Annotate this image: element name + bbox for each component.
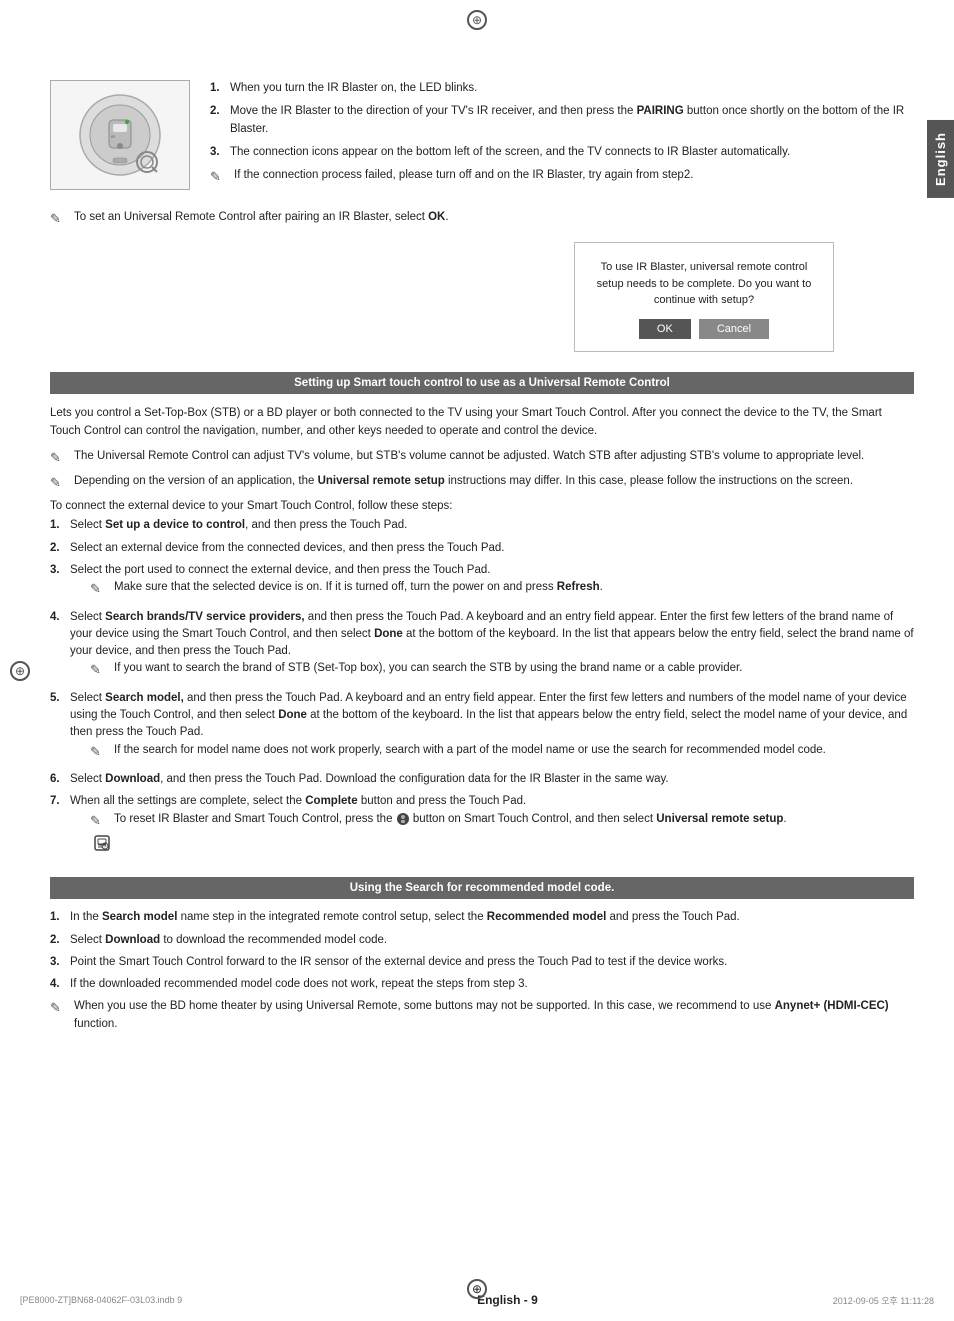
section2: Using the Search for recommended model c… — [50, 877, 914, 1033]
step4-note-icon: ✎ — [90, 660, 108, 680]
step-2: 2. Select an external device from the co… — [50, 540, 914, 557]
svg-text:IR: IR — [111, 134, 115, 139]
section1-intro: Lets you control a Set-Top-Box (STB) or … — [50, 404, 914, 441]
step5-note-icon: ✎ — [90, 742, 108, 762]
section2-steps-list: 1. In the Search model name step in the … — [50, 909, 914, 993]
footer-file-info: [PE8000-ZT]BN68-04062F-03L03.indb 9 — [20, 1295, 182, 1305]
sec2-step-2: 2. Select Download to download the recom… — [50, 932, 914, 949]
step7-subnote: ✎ To reset IR Blaster and Smart Touch Co… — [90, 811, 787, 831]
below-image-note: ✎ To set an Universal Remote Control aft… — [50, 209, 914, 229]
dialog-ok-button[interactable]: OK — [639, 319, 691, 339]
bottom-registration-mark: ⊕ — [467, 1279, 487, 1299]
footer-page-number: English - 9 — [182, 1293, 833, 1307]
step-7: 7. When all the settings are complete, s… — [50, 793, 914, 857]
step-3: 3. Select the port used to connect the e… — [50, 562, 914, 604]
dialog-cancel-button[interactable]: Cancel — [699, 319, 769, 339]
dialog-buttons: OK Cancel — [589, 319, 819, 339]
top-section: IR 1. When you turn the IR Blaster on, t… — [50, 80, 914, 193]
left-registration-mark: ⊕ — [10, 661, 30, 681]
instructions-right: 1. When you turn the IR Blaster on, the … — [210, 80, 914, 193]
side-tab-english: English — [927, 120, 954, 198]
footer-timestamp: 2012-09-05 오후 11:11:28 — [833, 1294, 934, 1307]
sec2-step-1: 1. In the Search model name step in the … — [50, 909, 914, 926]
dialog-message: To use IR Blaster, universal remote cont… — [589, 259, 819, 309]
note-icon: ✎ — [210, 167, 228, 187]
top-registration-mark: ⊕ — [467, 8, 487, 30]
dialog-box: To use IR Blaster, universal remote cont… — [574, 242, 834, 352]
note-icon-3: ✎ — [50, 448, 68, 468]
step-6: 6. Select Download, and then press the T… — [50, 771, 914, 788]
device-image: IR — [50, 80, 190, 190]
section1-steps-list: 1. Select Set up a device to control, an… — [50, 517, 914, 857]
section1-header: Setting up Smart touch control to use as… — [50, 372, 914, 394]
page-wrapper: ⊕ ⊕ English — [0, 0, 954, 1321]
section2-header: Using the Search for recommended model c… — [50, 877, 914, 899]
sec2-note-icon: ✎ — [50, 998, 68, 1033]
step4-subnote: ✎ If you want to search the brand of STB… — [90, 660, 914, 680]
step-5: 5. Select Search model, and then press t… — [50, 690, 914, 766]
sec2-step-4: 4. If the downloaded recommended model c… — [50, 976, 914, 993]
instruction-2: 2. Move the IR Blaster to the direction … — [210, 103, 914, 138]
step7-note-icon: ✎ — [90, 811, 108, 831]
instruction-3: 3. The connection icons appear on the bo… — [210, 144, 914, 161]
step-4: 4. Select Search brands/TV service provi… — [50, 609, 914, 685]
section1-note2: ✎ Depending on the version of an applica… — [50, 473, 914, 493]
instruction-1: 1. When you turn the IR Blaster on, the … — [210, 80, 914, 97]
step3-subnote: ✎ Make sure that the selected device is … — [90, 579, 603, 599]
steps-intro: To connect the external device to your S… — [50, 500, 914, 512]
note-icon-4: ✎ — [50, 473, 68, 493]
step5-subnote: ✎ If the search for model name does not … — [90, 742, 914, 762]
section1: Setting up Smart touch control to use as… — [50, 372, 914, 858]
main-content: IR 1. When you turn the IR Blaster on, t… — [30, 80, 934, 1033]
section2-note: ✎ When you use the BD home theater by us… — [50, 998, 914, 1033]
sec2-step-3: 3. Point the Smart Touch Control forward… — [50, 954, 914, 971]
step-1: 1. Select Set up a device to control, an… — [50, 517, 914, 534]
instruction-note: ✎ If the connection process failed, plea… — [210, 167, 914, 187]
step3-note-icon: ✎ — [90, 579, 108, 599]
section1-note1: ✎ The Universal Remote Control can adjus… — [50, 448, 914, 468]
note-icon-2: ✎ — [50, 209, 68, 229]
